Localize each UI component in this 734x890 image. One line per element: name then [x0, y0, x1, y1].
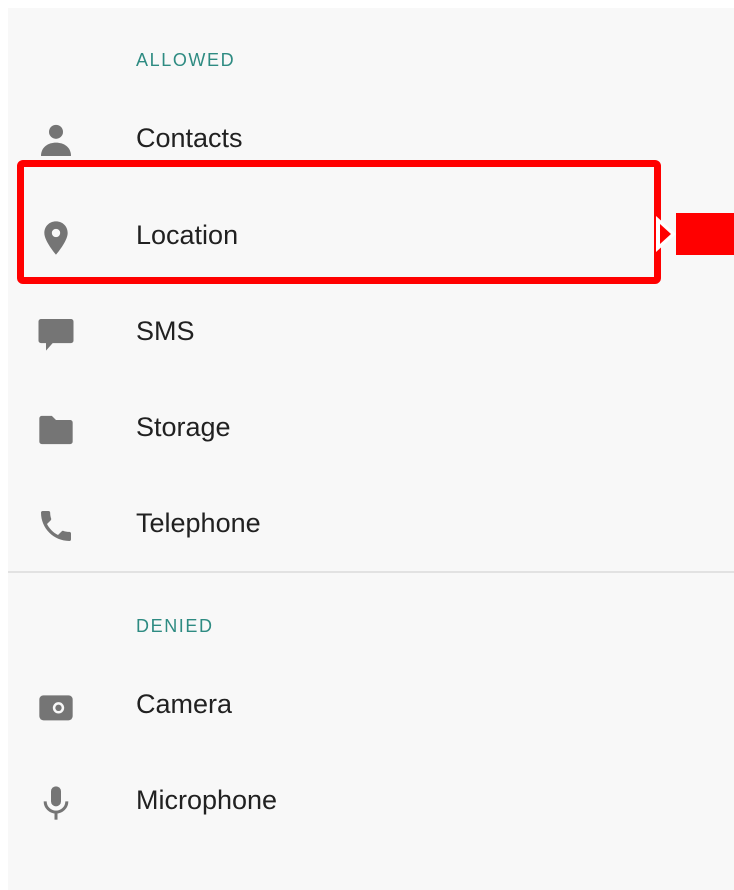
permission-label: Camera — [136, 689, 233, 719]
section-divider — [8, 571, 734, 573]
permission-item-sms[interactable]: SMS — [8, 282, 734, 378]
permission-label: SMS — [136, 316, 195, 346]
folder-icon — [39, 415, 73, 445]
chat-bubble-icon — [38, 319, 74, 351]
permission-label: Contacts — [136, 123, 243, 153]
permission-label: Microphone — [136, 785, 278, 815]
person-icon — [41, 124, 71, 156]
permission-item-microphone[interactable]: Microphone — [8, 751, 734, 847]
permission-label: Storage — [136, 412, 231, 442]
permission-item-camera[interactable]: Camera — [8, 655, 734, 751]
phone-icon — [41, 511, 71, 541]
highlight-box — [17, 160, 661, 284]
camera-icon — [39, 695, 73, 721]
permission-label: Telephone — [136, 508, 261, 538]
microphone-icon — [43, 786, 69, 820]
section-header-allowed: ALLOWED — [136, 50, 236, 70]
section-header-denied: DENIED — [136, 616, 214, 636]
pointer-arrow-icon — [656, 213, 734, 255]
permission-item-telephone[interactable]: Telephone — [8, 474, 734, 570]
permission-item-storage[interactable]: Storage — [8, 378, 734, 474]
